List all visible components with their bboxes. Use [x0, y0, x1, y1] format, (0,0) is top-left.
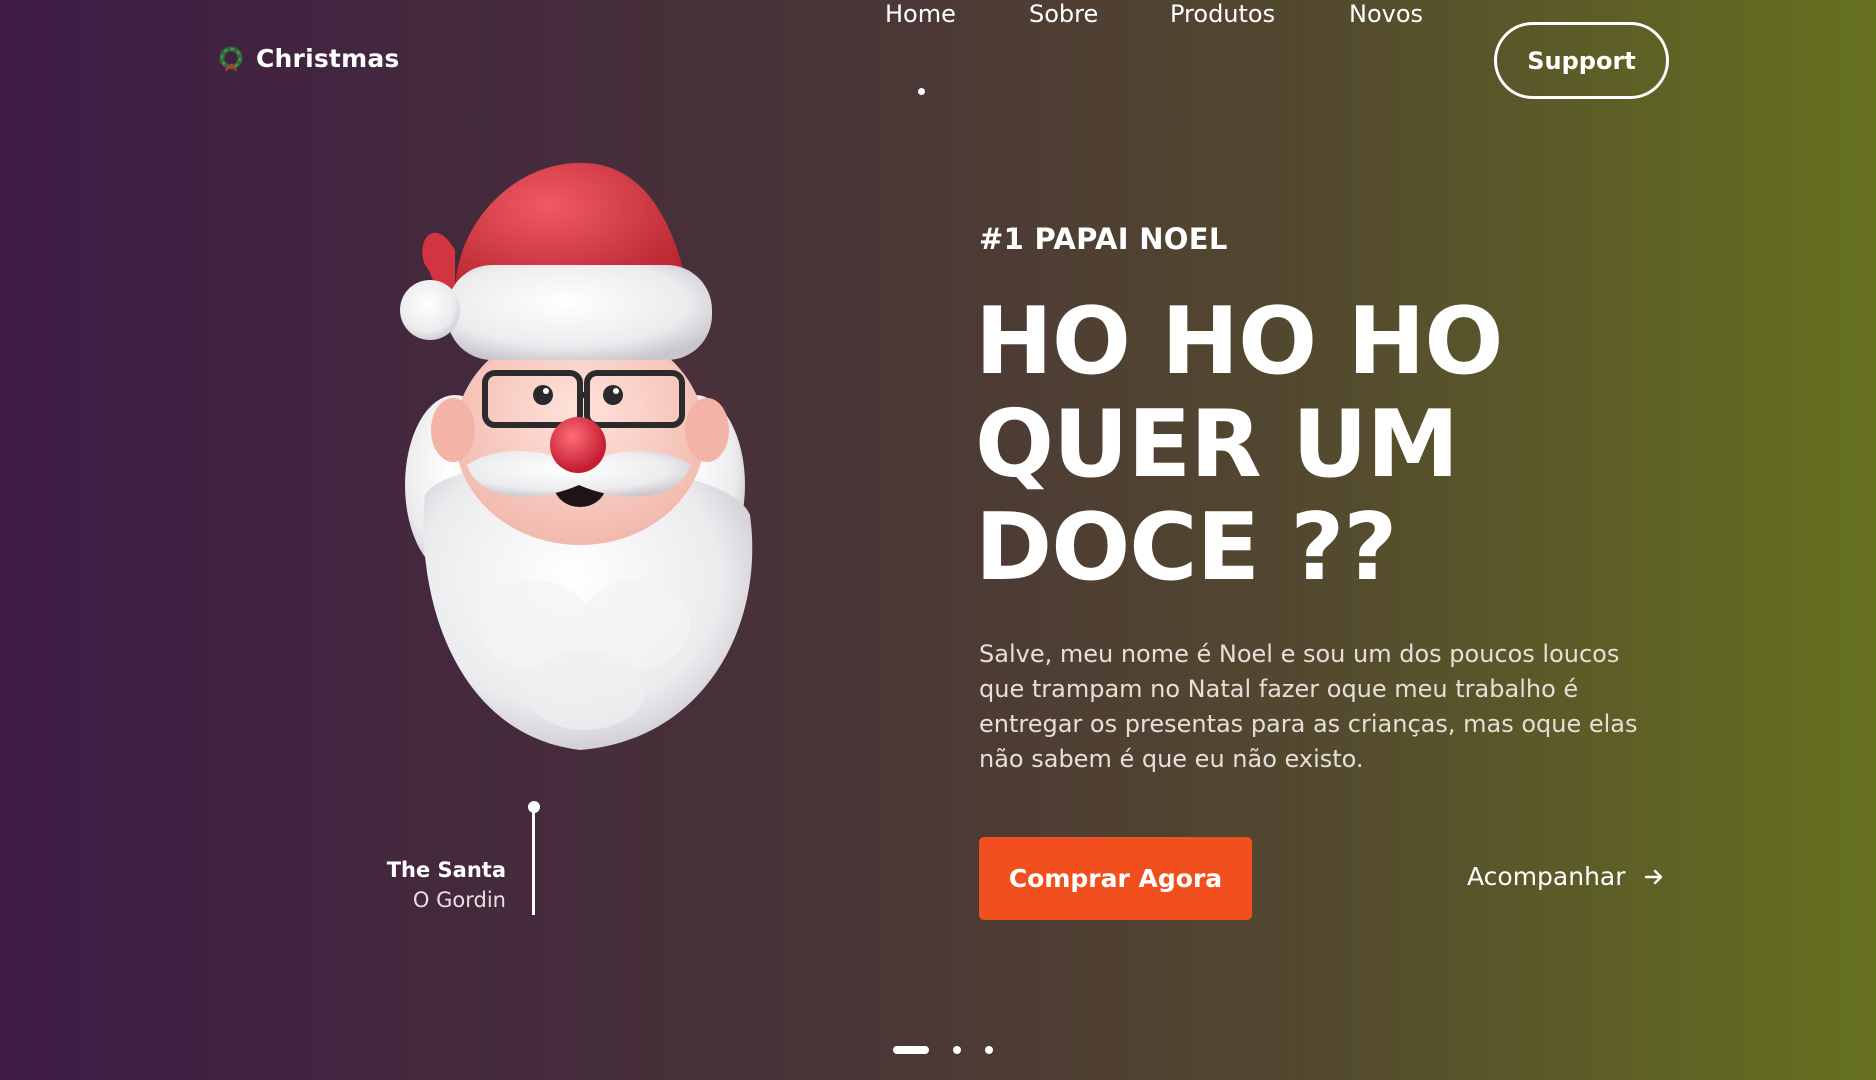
- nav-home[interactable]: Home: [885, 0, 956, 28]
- support-button[interactable]: Support: [1494, 22, 1669, 99]
- follow-label: Acompanhar: [1467, 862, 1626, 891]
- caption-subtitle: O Gordin: [412, 888, 506, 912]
- caption-title: The Santa: [386, 858, 506, 882]
- headline-line-1: HO HO HO: [975, 287, 1503, 395]
- hero-eyebrow: #1 PAPAI NOEL: [979, 222, 1228, 256]
- pager-slide-2[interactable]: [953, 1046, 961, 1054]
- active-nav-indicator: [918, 88, 925, 95]
- arrow-right-icon: [1644, 869, 1662, 884]
- nav-sobre[interactable]: Sobre: [1029, 0, 1098, 28]
- pager-slide-3[interactable]: [985, 1046, 993, 1054]
- caption-pin-line: [532, 810, 535, 915]
- hero-headline: HO HO HO QUER UM DOCE ??: [975, 290, 1595, 599]
- nav-novos[interactable]: Novos: [1349, 0, 1423, 28]
- brand-logo[interactable]: Christmas: [218, 44, 399, 73]
- headline-line-3: DOCE ??: [975, 493, 1397, 601]
- wreath-icon: [219, 46, 243, 71]
- follow-link[interactable]: Acompanhar: [1467, 862, 1664, 891]
- hero-description: Salve, meu nome é Noel e sou um dos pouc…: [979, 640, 1638, 773]
- buy-now-button[interactable]: Comprar Agora: [979, 837, 1252, 920]
- santa-caption: The Santa O Gordin: [387, 858, 506, 912]
- santa-illustration: [400, 162, 753, 750]
- brand-name: Christmas: [256, 44, 400, 73]
- pager-slide-1[interactable]: [893, 1046, 929, 1054]
- nav-produtos[interactable]: Produtos: [1170, 0, 1275, 28]
- headline-line-2: QUER UM: [975, 390, 1459, 498]
